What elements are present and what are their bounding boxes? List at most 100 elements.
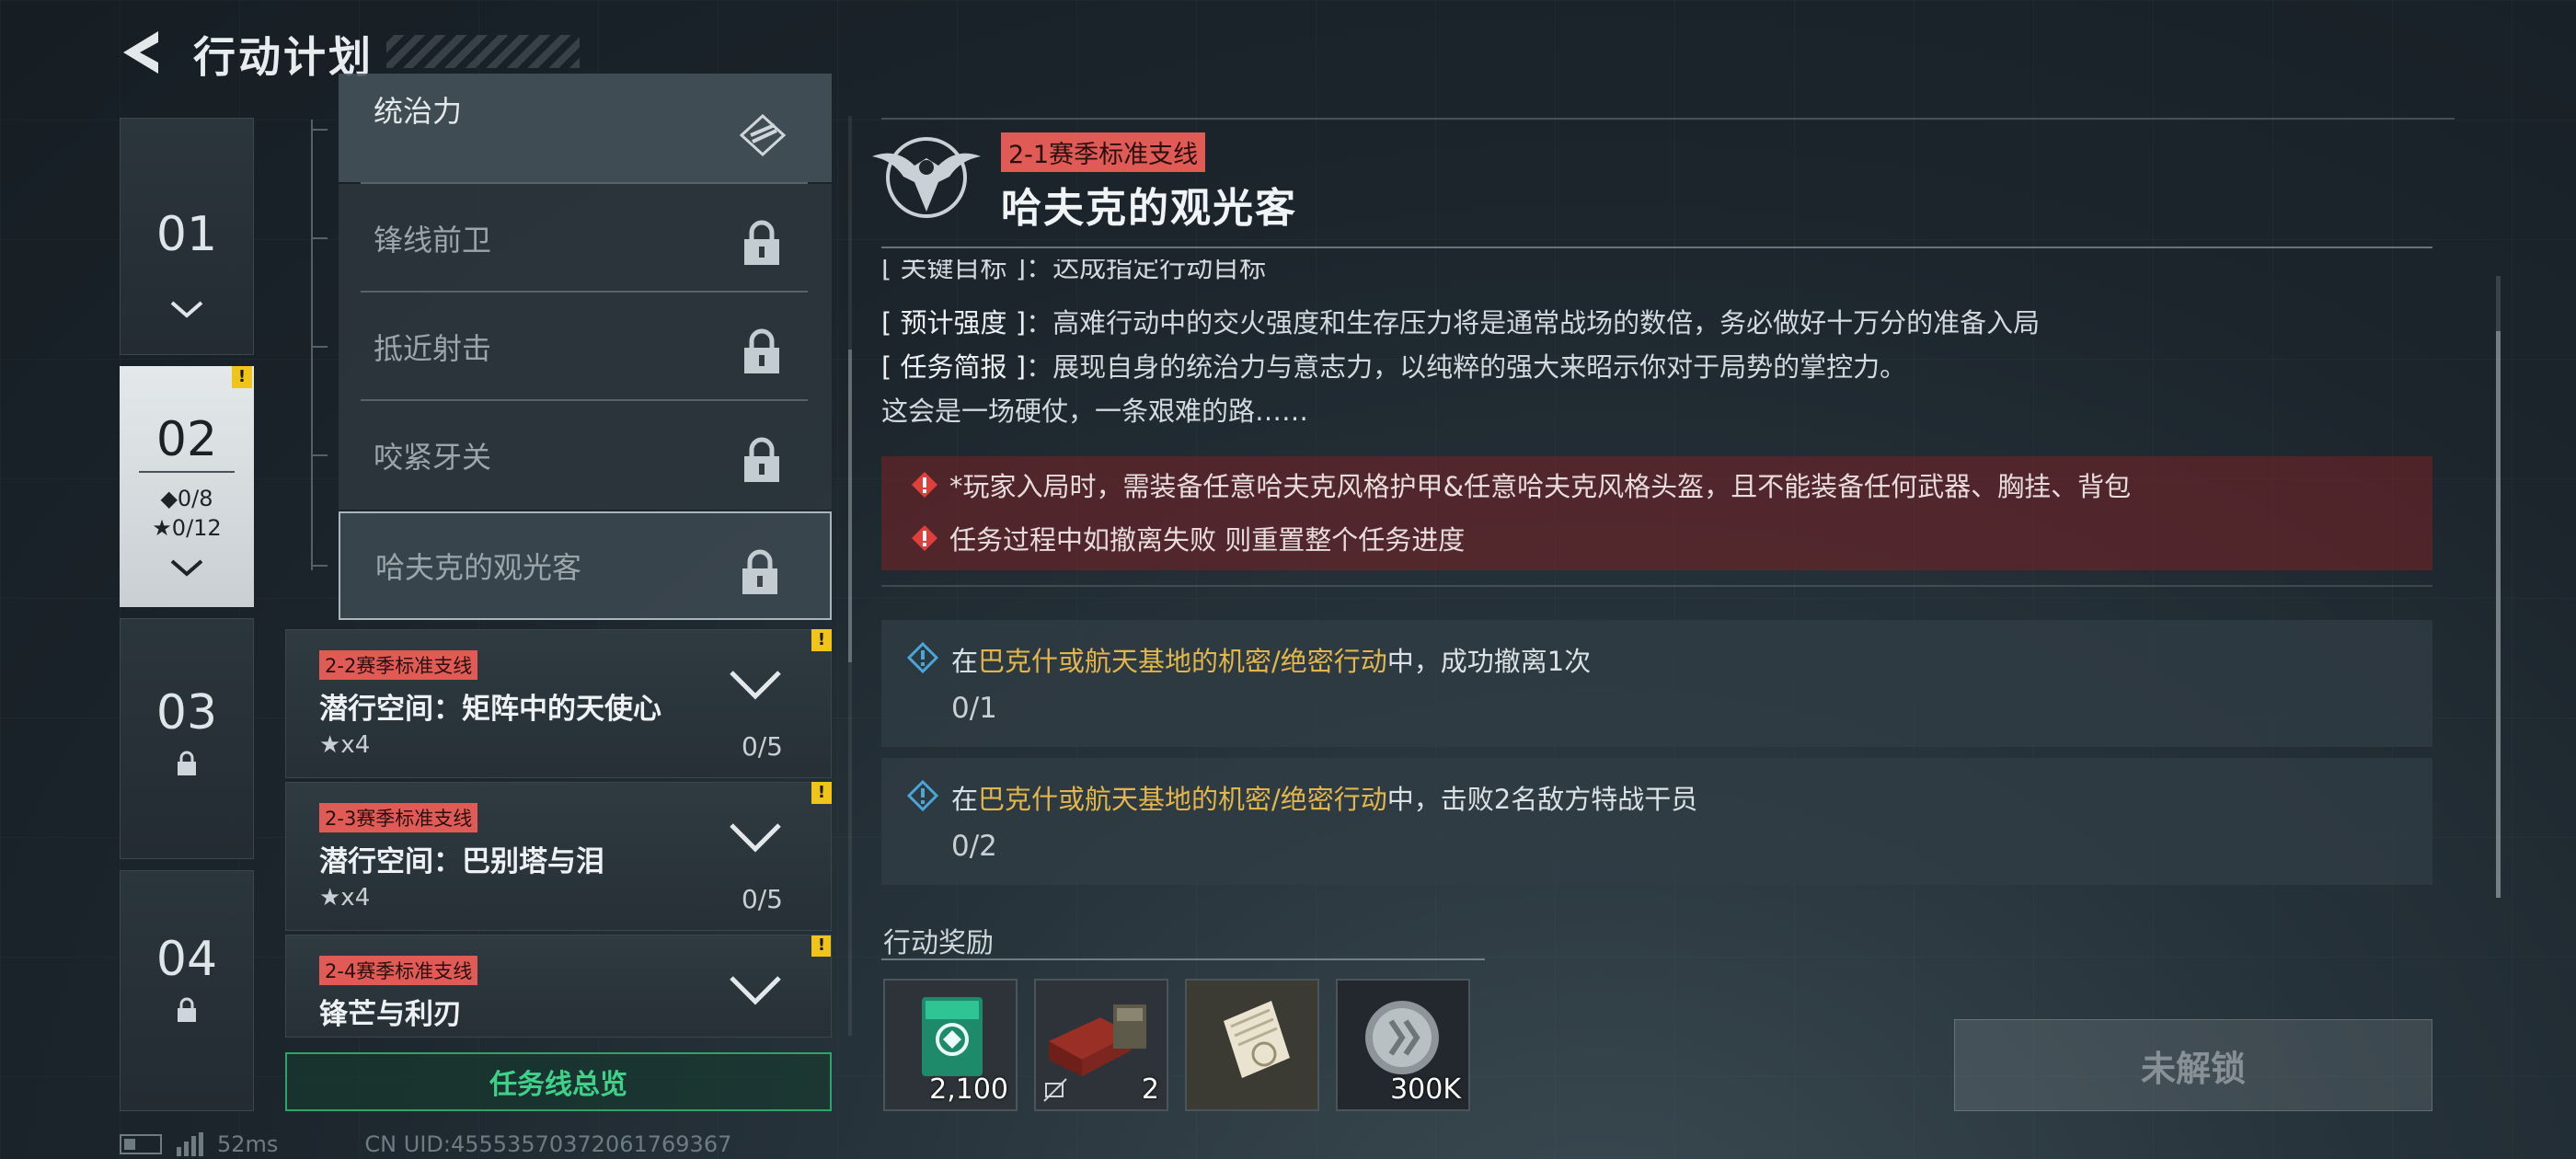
mission-card[interactable]: ! 2-4赛季标准支线 锋芒与利刃 (285, 935, 832, 1038)
detail-scrollbar-thumb[interactable] (2496, 331, 2501, 898)
chapter-star-progress: ★0/12 (152, 515, 222, 541)
tree-tick (311, 129, 328, 131)
warning-icon (912, 525, 937, 551)
title-rule (881, 247, 2432, 248)
alert-badge-icon: ! (811, 629, 832, 651)
mission-tag: 2-4赛季标准支线 (319, 956, 478, 985)
chevron-down-icon[interactable] (726, 820, 785, 856)
reward-quantity: 300K (1390, 1073, 1461, 1106)
warning-icon (912, 472, 937, 498)
questline-overview-button[interactable]: 任务线总览 (285, 1052, 832, 1111)
flavor-line: 这会是一场硬仗，一条艰难的路…… (881, 396, 1309, 427)
objective-text: 在巴克什或航天基地的机密/绝密行动中，击败2名敌方特战干员 (951, 784, 1698, 815)
brief-text: ：展现自身的统治力与意志力，以纯粹的强大来昭示你对于局势的掌控力。 (1026, 351, 1907, 383)
info-diamond-icon (907, 780, 938, 811)
ping-readout: 52ms (217, 1131, 279, 1157)
mission-card[interactable]: ! 2-3赛季标准支线 潜行空间：巴别塔与泪 ★x4 0/5 (285, 782, 832, 931)
signal-icon (177, 1132, 203, 1156)
title-decoration (386, 35, 580, 68)
tree-tick (311, 565, 328, 567)
mission-reward: ★x4 (319, 731, 371, 759)
chapter-number: 01 (155, 207, 218, 262)
rewards-rule (881, 958, 1485, 960)
chevron-down-icon (170, 301, 203, 318)
intensity-line: [ 预计强度 ]：高难行动中的交火强度和生存压力将是通常战场的数倍，务必做好十万… (881, 302, 2040, 340)
alert-badge-icon: ! (232, 366, 252, 388)
chapter-number: 04 (155, 932, 218, 987)
reward-quantity: 2 (1141, 1073, 1159, 1106)
chevron-down-icon[interactable] (726, 972, 785, 1009)
subtask-item-dominance[interactable]: 统治力 (339, 74, 832, 182)
brief-line: [ 任务简报 ]：展现自身的统治力与意志力，以纯粹的强大来昭示你对于局势的掌控力… (881, 346, 1906, 384)
chapter-01[interactable]: 01 (120, 118, 254, 355)
untradable-icon (1043, 1078, 1067, 1102)
subtask-item-close-fire[interactable]: 抵近射击 (339, 293, 832, 401)
panel-top-rule (881, 118, 2455, 120)
section-divider (881, 585, 2432, 587)
warning-line: 任务过程中如撤离失败 则重置整个任务进度 (911, 519, 1465, 557)
objective-item: 在巴克什或航天基地的机密/绝密行动中，击败2名敌方特战干员 0/2 (881, 758, 2432, 885)
eagle-emblem-icon (872, 137, 981, 218)
subtask-item-haavk-tourist[interactable]: 哈夫克的观光客 (339, 511, 832, 620)
unlock-button[interactable]: 未解锁 (1954, 1019, 2432, 1111)
chevron-down-icon (170, 559, 203, 577)
lock-icon (744, 220, 779, 265)
reward-coin[interactable]: 300K (1336, 979, 1470, 1111)
subtask-label: 统治力 (374, 94, 463, 129)
tree-tick (311, 237, 328, 239)
lock-icon (742, 549, 777, 594)
tree-tick (311, 346, 328, 348)
lock-icon (178, 751, 196, 775)
reward-exp-card[interactable]: 2,100 (883, 979, 1018, 1111)
mission-card[interactable]: ! 2-2赛季标准支线 潜行空间：矩阵中的天使心 ★x4 0/5 (285, 629, 832, 778)
mission-progress: 0/5 (741, 884, 783, 914)
brief-key: [ 任务简报 ] (881, 351, 1027, 383)
mission-reward: ★x4 (319, 884, 371, 912)
mission-title: 潜行空间：矩阵中的天使心 (319, 693, 661, 726)
lock-icon (744, 437, 779, 482)
reward-weapon-crate[interactable]: 2 (1034, 979, 1168, 1111)
lock-icon (178, 997, 196, 1022)
list-scrollbar-thumb[interactable] (848, 350, 852, 662)
objective-progress: 0/1 (951, 692, 997, 725)
subtask-item-grit[interactable]: 咬紧牙关 (339, 401, 832, 510)
alert-badge-icon: ! (811, 782, 832, 804)
key-objective-line: [ 关键目标 ]：达成指定行动目标 (881, 259, 1267, 283)
tree-connector (311, 120, 313, 570)
chapter-divider (139, 471, 235, 473)
chevron-down-icon[interactable] (726, 667, 785, 704)
back-arrow-icon[interactable] (118, 28, 164, 77)
objective-progress: 0/2 (951, 830, 997, 863)
subtask-label: 抵近射击 (374, 331, 492, 366)
chapter-diamond-progress: ◆0/8 (160, 486, 213, 511)
objective-item: 在巴克什或航天基地的机密/绝密行动中，成功撤离1次 0/1 (881, 620, 2432, 747)
mission-progress: 0/5 (741, 731, 783, 762)
mission-tag: 2-2赛季标准支线 (319, 650, 478, 680)
completed-stamp-icon (739, 113, 787, 157)
document-item-icon (1224, 1001, 1290, 1078)
subtask-label: 咬紧牙关 (374, 440, 492, 475)
rewards-title: 行动奖励 (883, 927, 994, 959)
detail-title: 哈夫克的观光客 (1001, 185, 1297, 232)
subtask-label: 哈夫克的观光客 (375, 550, 582, 585)
intensity-text: ：高难行动中的交火强度和生存压力将是通常战场的数倍，务必做好十万分的准备入局 (1026, 307, 2041, 339)
chapter-number: 02 (155, 412, 218, 467)
warning-line: *玩家入局时，需装备任意哈夫克风格护甲&任意哈夫克风格头盔，且不能装备任何武器、… (911, 465, 2131, 504)
battery-icon (120, 1134, 162, 1154)
user-uid: CN UID:45553570372061769367 (364, 1131, 732, 1157)
status-bar: 52ms CN UID:45553570372061769367 (120, 1131, 731, 1157)
reward-quantity: 2,100 (929, 1073, 1008, 1106)
chapter-04[interactable]: 04 (120, 870, 254, 1111)
info-diamond-icon (907, 642, 938, 673)
chapter-number: 03 (155, 685, 218, 740)
chapter-03[interactable]: 03 (120, 618, 254, 859)
chapter-02[interactable]: ! 02 ◆0/8 ★0/12 (120, 366, 254, 607)
intensity-key: [ 预计强度 ] (881, 307, 1027, 339)
mission-tag: 2-3赛季标准支线 (319, 803, 478, 832)
objective-text: 在巴克什或航天基地的机密/绝密行动中，成功撤离1次 (951, 646, 1592, 677)
tree-tick (311, 454, 328, 456)
reward-document-item[interactable] (1185, 979, 1319, 1111)
mission-title: 锋芒与利刃 (319, 998, 462, 1031)
subtask-label: 锋线前卫 (374, 223, 492, 258)
subtask-item-vanguard[interactable]: 锋线前卫 (339, 184, 832, 293)
